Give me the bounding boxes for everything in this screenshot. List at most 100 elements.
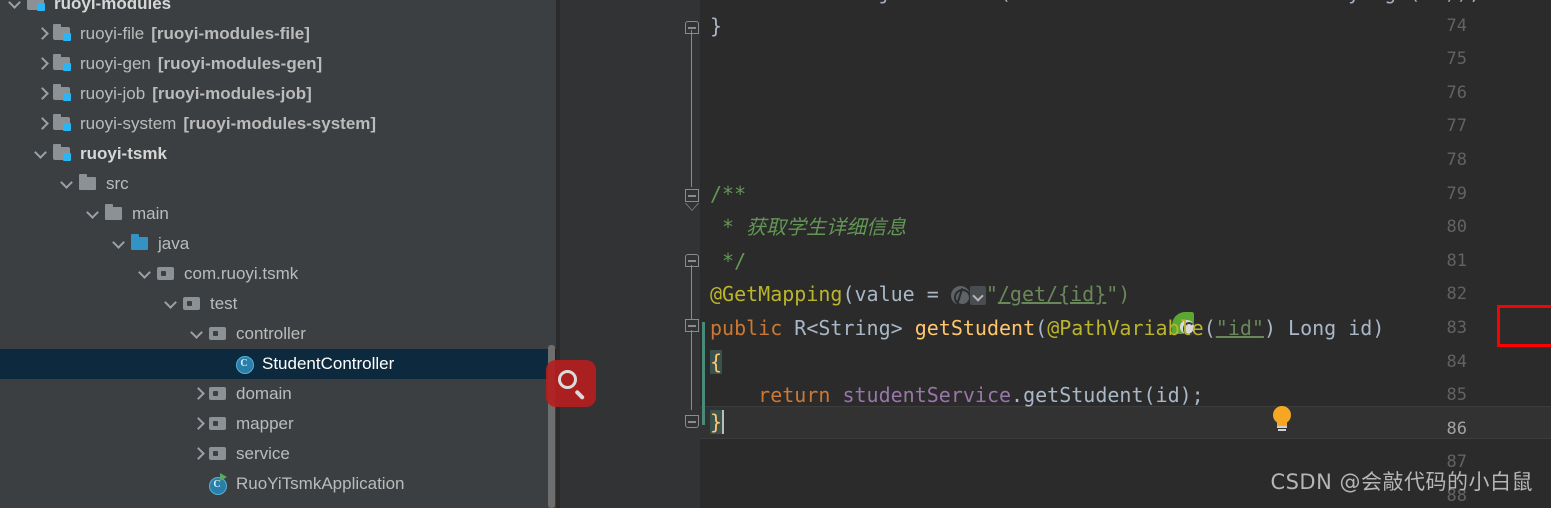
code-line-74[interactable]: } bbox=[710, 10, 722, 44]
package-icon bbox=[208, 379, 232, 409]
vcs-change-marker[interactable] bbox=[702, 322, 705, 425]
chevron-down-icon[interactable] bbox=[164, 289, 182, 319]
chevron-right-icon[interactable] bbox=[34, 109, 52, 139]
code-line-73[interactable]: return R.ajaxSuccess(studentService.list… bbox=[710, 0, 1480, 10]
code-line-86[interactable]: } bbox=[710, 406, 725, 440]
text-caret bbox=[722, 409, 725, 434]
tree-item-label: domain bbox=[236, 384, 292, 403]
fold-marker-74[interactable] bbox=[684, 12, 700, 46]
project-tool-window[interactable]: ruoyi-modules ruoyi-file [ruoyi-modules-fi… bbox=[0, 0, 560, 508]
module-folder-icon bbox=[52, 139, 76, 169]
search-icon-handle bbox=[574, 389, 586, 400]
fold-end-79 bbox=[684, 203, 700, 211]
fold-marker-86[interactable] bbox=[684, 406, 700, 440]
editor-pane[interactable]: 747576777879808182838485868788 return R.… bbox=[560, 0, 1551, 508]
package-icon bbox=[208, 409, 232, 439]
tree-item-ruoyi-gen[interactable]: ruoyi-gen [ruoyi-modules-gen] bbox=[0, 49, 560, 79]
chevron-down-icon[interactable] bbox=[86, 199, 104, 229]
java-class-icon bbox=[234, 349, 258, 379]
code-line-81[interactable]: */ bbox=[710, 245, 746, 279]
tree-item-label: RuoYiTsmkApplication bbox=[236, 474, 405, 493]
tree-item-studentcontroller[interactable]: StudentController bbox=[0, 349, 560, 379]
code-line-82[interactable]: @GetMapping(value = "/get/{id}") bbox=[710, 278, 1130, 312]
tree-item-mapper[interactable]: mapper bbox=[0, 409, 560, 439]
tree-item-src[interactable]: src bbox=[0, 169, 560, 199]
tree-item-ruoyitsmkapplication[interactable]: RuoYiTsmkApplication bbox=[0, 469, 560, 499]
tree-item-controller[interactable]: controller bbox=[0, 319, 560, 349]
tree-item-label: ruoyi-file bbox=[80, 24, 145, 43]
code-line-79[interactable]: /** bbox=[710, 178, 746, 212]
chevron-down-icon[interactable] bbox=[8, 0, 26, 19]
code-line-85[interactable]: return studentService.getStudent(id); bbox=[710, 379, 1204, 413]
tree-item-label: StudentController bbox=[262, 354, 395, 373]
chevron-right-icon[interactable] bbox=[190, 379, 208, 409]
search-icon-overlay[interactable] bbox=[546, 360, 596, 407]
tree-item-label: src bbox=[106, 174, 129, 193]
no-chevron bbox=[190, 469, 208, 499]
fold-marker-81[interactable] bbox=[684, 245, 700, 279]
chevron-down-icon[interactable] bbox=[969, 286, 986, 306]
package-icon bbox=[182, 289, 206, 319]
chevron-right-icon[interactable] bbox=[190, 409, 208, 439]
tree-item-label: main bbox=[132, 204, 169, 223]
code-text[interactable]: return R.ajaxSuccess(studentService.list… bbox=[710, 0, 1551, 508]
code-line-84[interactable]: { bbox=[710, 346, 723, 380]
module-folder-icon bbox=[52, 19, 76, 49]
chevron-down-icon[interactable] bbox=[190, 319, 208, 349]
tree-item-label: ruoyi-tsmk bbox=[80, 144, 167, 163]
ide-window: ruoyi-modules ruoyi-file [ruoyi-modules-fi… bbox=[0, 0, 1551, 508]
tree-item-label: test bbox=[210, 294, 238, 313]
folder-icon bbox=[104, 199, 128, 229]
project-tree[interactable]: ruoyi-modules ruoyi-file [ruoyi-modules-fi… bbox=[0, 0, 560, 499]
module-folder-icon bbox=[26, 0, 50, 19]
package-icon bbox=[156, 259, 180, 289]
tree-item-domain[interactable]: domain bbox=[0, 379, 560, 409]
tree-item-ruoyi-system[interactable]: ruoyi-system [ruoyi-modules-system] bbox=[0, 109, 560, 139]
tree-item-ruoyi-tsmk[interactable]: ruoyi-tsmk bbox=[0, 139, 560, 169]
tree-item-label: controller bbox=[236, 324, 306, 343]
search-icon bbox=[558, 370, 577, 389]
fold-marker-83[interactable] bbox=[684, 310, 700, 344]
tree-item-label: ruoyi-modules bbox=[54, 0, 172, 13]
tree-item-label: ruoyi-job bbox=[80, 84, 146, 103]
chevron-right-icon[interactable] bbox=[34, 19, 52, 49]
fold-region-line-3 bbox=[691, 330, 692, 410]
tree-item-ruoyi-modules[interactable]: ruoyi-modules bbox=[0, 0, 560, 19]
tree-item-ruoyi-file[interactable]: ruoyi-file [ruoyi-modules-file] bbox=[0, 19, 560, 49]
fold-region-line bbox=[691, 30, 692, 187]
module-folder-icon bbox=[52, 109, 76, 139]
tree-item-label: mapper bbox=[236, 414, 294, 433]
web-globe-icon[interactable] bbox=[950, 286, 971, 307]
tree-item-module-suffix: [ruoyi-modules-system] bbox=[183, 114, 377, 133]
chevron-right-icon[interactable] bbox=[34, 79, 52, 109]
folder-icon bbox=[78, 169, 102, 199]
tree-item-service[interactable]: service bbox=[0, 439, 560, 469]
no-chevron bbox=[216, 349, 234, 379]
tree-item-test[interactable]: test bbox=[0, 289, 560, 319]
package-icon bbox=[208, 319, 232, 349]
chevron-down-icon[interactable] bbox=[138, 259, 156, 289]
module-folder-icon bbox=[52, 79, 76, 109]
chevron-right-icon[interactable] bbox=[34, 49, 52, 79]
chevron-down-icon[interactable] bbox=[60, 169, 78, 199]
source-folder-icon bbox=[130, 229, 154, 259]
chevron-down-icon[interactable] bbox=[34, 139, 52, 169]
csdn-watermark: CSDN @会敲代码的小白鼠 bbox=[1270, 470, 1533, 494]
tree-item-label: java bbox=[158, 234, 190, 253]
code-line-80[interactable]: * 获取学生详细信息 bbox=[710, 211, 906, 245]
tree-item-module-suffix: [ruoyi-modules-file] bbox=[151, 24, 310, 43]
editor-gutter[interactable] bbox=[560, 0, 700, 508]
tree-item-module-suffix: [ruoyi-modules-gen] bbox=[157, 54, 323, 73]
code-line-83[interactable]: public R<String> getStudent(@PathVariabl… bbox=[710, 312, 1384, 346]
chevron-right-icon[interactable] bbox=[190, 439, 208, 469]
tree-item-ruoyi-job[interactable]: ruoyi-job [ruoyi-modules-job] bbox=[0, 79, 560, 109]
tree-item-label: com.ruoyi.tsmk bbox=[184, 264, 299, 283]
tree-item-java[interactable]: java bbox=[0, 229, 560, 259]
tree-item-label: ruoyi-gen bbox=[80, 54, 151, 73]
chevron-down-icon[interactable] bbox=[112, 229, 130, 259]
module-folder-icon bbox=[52, 49, 76, 79]
tree-item-label: ruoyi-system bbox=[80, 114, 177, 133]
tree-item-com-ruoyi-tsmk[interactable]: com.ruoyi.tsmk bbox=[0, 259, 560, 289]
tree-item-module-suffix: [ruoyi-modules-job] bbox=[152, 84, 312, 103]
tree-item-main[interactable]: main bbox=[0, 199, 560, 229]
